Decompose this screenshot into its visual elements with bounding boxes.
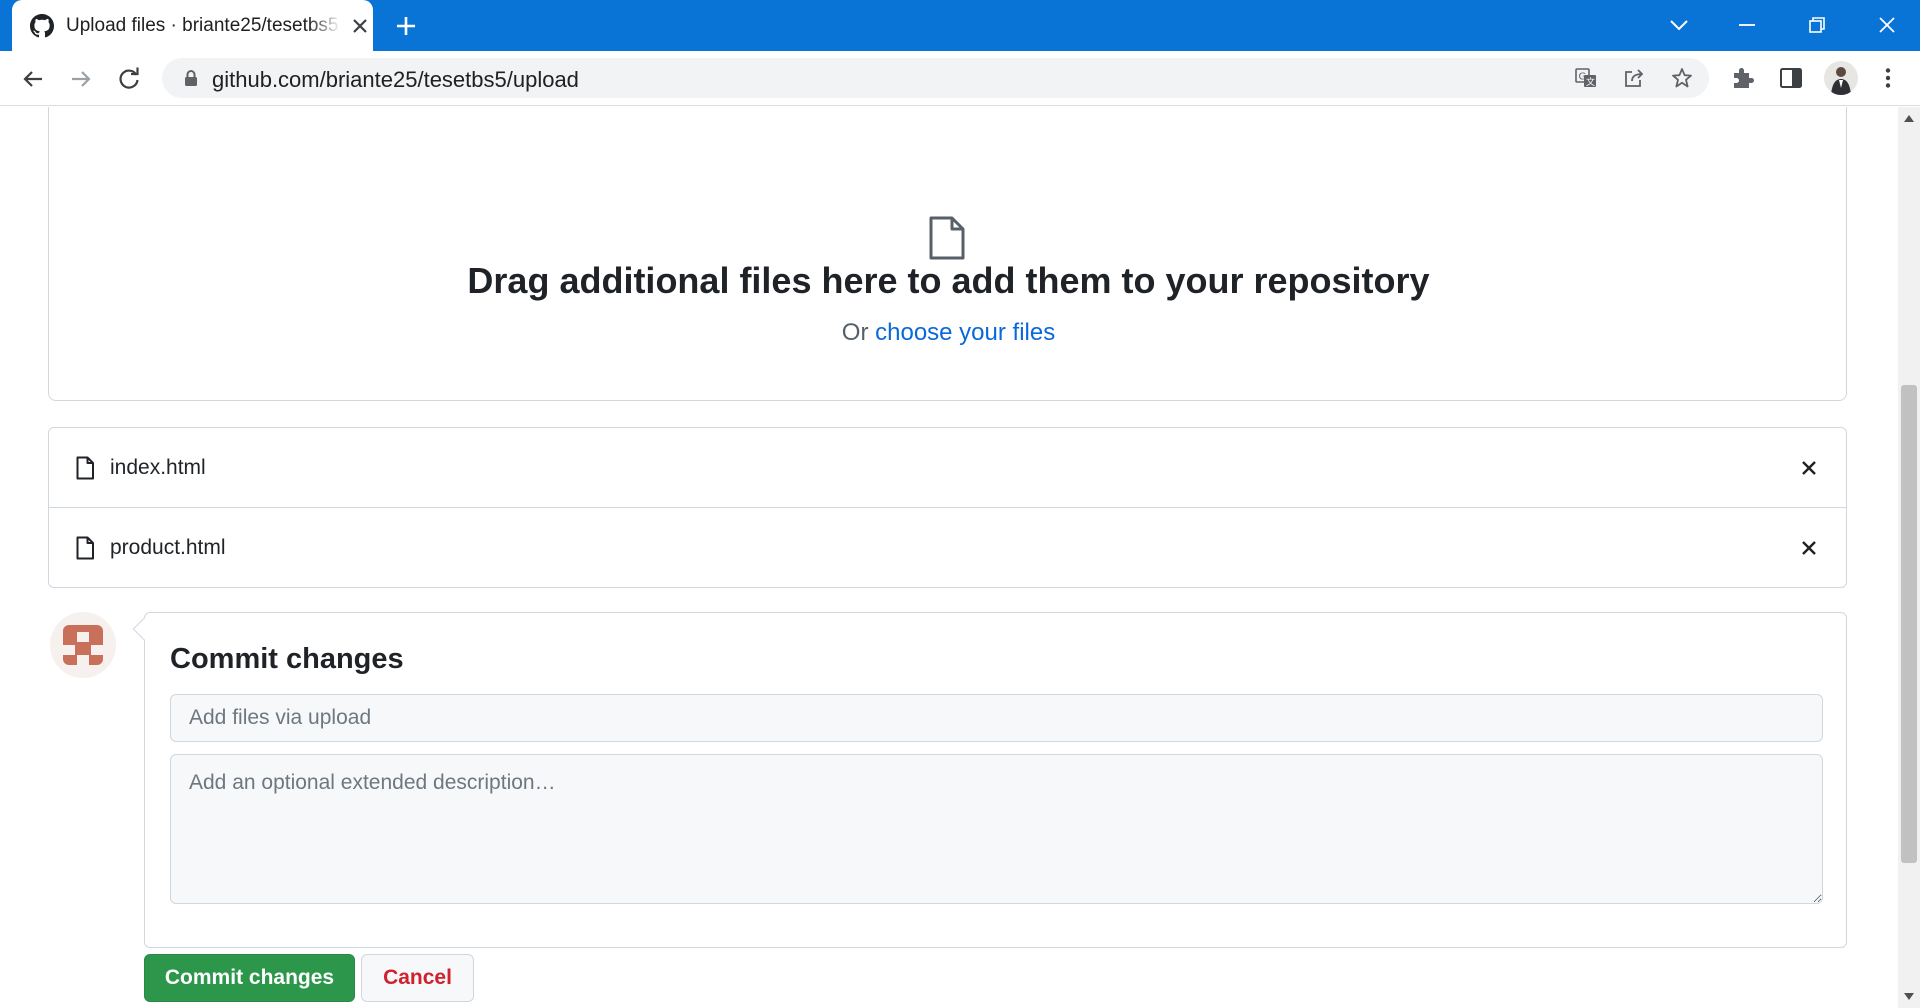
translate-icon[interactable]: G 文 bbox=[1574, 66, 1598, 90]
commit-form-caret bbox=[132, 617, 156, 641]
back-icon[interactable] bbox=[18, 64, 48, 94]
file-list-item: product.html bbox=[49, 508, 1846, 588]
file-icon bbox=[76, 456, 94, 480]
tab-search-chevron-icon[interactable] bbox=[1664, 10, 1694, 40]
profile-avatar[interactable] bbox=[1824, 61, 1858, 95]
tab-close-icon[interactable] bbox=[348, 14, 372, 38]
github-icon bbox=[30, 14, 54, 38]
forward-icon[interactable] bbox=[66, 64, 96, 94]
file-name: index.html bbox=[110, 456, 206, 479]
new-tab-icon[interactable] bbox=[392, 12, 420, 40]
scrollbar-thumb[interactable] bbox=[1901, 385, 1917, 863]
browser-titlebar: Upload files · briante25/tesetbs5 bbox=[0, 0, 1920, 51]
more-menu-icon[interactable] bbox=[1874, 64, 1902, 92]
share-icon[interactable] bbox=[1622, 66, 1646, 90]
upload-dropzone[interactable]: Drag additional files here to add them t… bbox=[48, 107, 1847, 401]
browser-toolbar: github.com/briante25/tesetbs5/upload G 文 bbox=[0, 51, 1920, 106]
lock-icon[interactable] bbox=[182, 69, 200, 87]
url-text: github.com/briante25/tesetbs5/upload bbox=[212, 67, 579, 92]
commit-form-title: Commit changes bbox=[170, 643, 404, 675]
uploaded-file-list: index.html product.html bbox=[48, 427, 1847, 588]
scroll-down-arrow-icon[interactable] bbox=[1904, 993, 1914, 1000]
user-avatar[interactable] bbox=[50, 612, 116, 678]
extensions-icon[interactable] bbox=[1729, 64, 1757, 92]
commit-form: Commit changes bbox=[132, 612, 1847, 948]
file-list-item: index.html bbox=[49, 428, 1846, 508]
close-window-icon[interactable] bbox=[1872, 10, 1902, 40]
tab-title: Upload files · briante25/tesetbs5 bbox=[66, 15, 339, 36]
reload-icon[interactable] bbox=[114, 64, 144, 94]
svg-text:文: 文 bbox=[1586, 76, 1595, 88]
file-icon bbox=[929, 216, 965, 260]
side-panel-icon[interactable] bbox=[1777, 64, 1805, 92]
remove-file-icon[interactable] bbox=[1799, 538, 1819, 558]
dropzone-subtitle: Or choose your files bbox=[49, 319, 1848, 347]
page-viewport: Drag additional files here to add them t… bbox=[0, 107, 1898, 1008]
restore-icon[interactable] bbox=[1802, 10, 1832, 40]
commit-summary-input[interactable] bbox=[170, 694, 1823, 742]
star-icon[interactable] bbox=[1670, 66, 1694, 90]
scroll-up-arrow-icon[interactable] bbox=[1904, 115, 1914, 122]
dropzone-or-text: Or bbox=[841, 319, 869, 346]
browser-tab-active[interactable]: Upload files · briante25/tesetbs5 bbox=[12, 0, 373, 51]
profile-photo-icon bbox=[1831, 67, 1851, 95]
commit-description-textarea[interactable] bbox=[170, 754, 1823, 904]
page-scrollbar[interactable] bbox=[1898, 107, 1920, 1008]
cancel-button[interactable]: Cancel bbox=[361, 954, 474, 1002]
address-bar[interactable]: github.com/briante25/tesetbs5/upload G 文 bbox=[162, 58, 1709, 98]
remove-file-icon[interactable] bbox=[1799, 458, 1819, 478]
identicon-icon bbox=[63, 625, 103, 665]
file-icon bbox=[76, 536, 94, 560]
dropzone-title: Drag additional files here to add them t… bbox=[467, 260, 1430, 301]
choose-files-link[interactable]: choose your files bbox=[875, 319, 1055, 346]
minimize-icon[interactable] bbox=[1732, 10, 1762, 40]
commit-changes-button[interactable]: Commit changes bbox=[144, 954, 355, 1002]
file-name: product.html bbox=[110, 536, 226, 559]
